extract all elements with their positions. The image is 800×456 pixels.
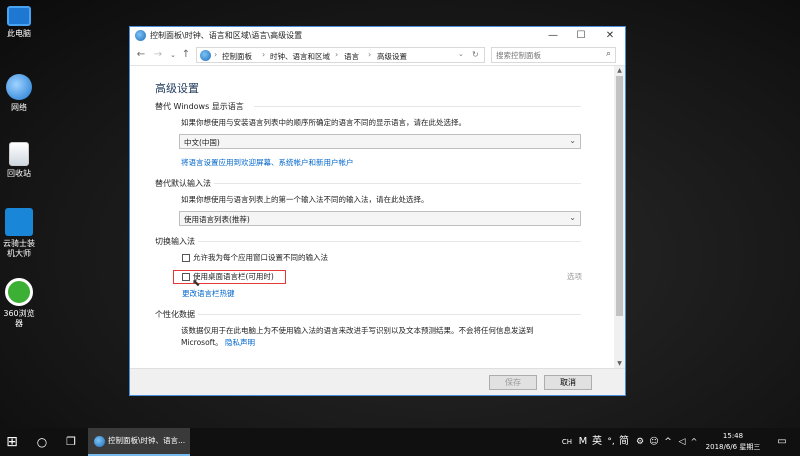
divider <box>214 183 581 184</box>
tray-english[interactable]: 英 <box>591 428 603 456</box>
maximize-button[interactable]: ☐ <box>567 27 595 44</box>
chevron-down-icon: ⌄ <box>569 213 576 222</box>
taskbar-app-control-panel[interactable]: 控制面板\时钟、语言... <box>88 428 190 456</box>
chevron-down-icon[interactable]: ⌄ <box>458 50 464 58</box>
section-title-input-method: 替代默认输入法 <box>155 179 211 188</box>
desktop-icon-360-browser[interactable]: 360浏览器 <box>0 278 38 329</box>
breadcrumb-item[interactable]: 时钟、语言和区域 <box>270 51 330 62</box>
breadcrumb-item[interactable]: 高级设置 <box>377 51 407 62</box>
clock-date: 2018/6/6 星期三 <box>705 443 761 451</box>
chevron-right-icon: › <box>368 50 372 59</box>
chevron-down-icon: ⌄ <box>569 136 576 145</box>
display-language-select[interactable]: 中文(中国) ⌄ <box>179 134 581 149</box>
desktop-icon-label: 此电脑 <box>7 29 31 38</box>
tray-chevron-icon-2[interactable]: ^ <box>690 428 698 456</box>
control-panel-icon <box>200 50 211 61</box>
task-view-icon[interactable]: ❐ <box>60 428 82 456</box>
input-method-description: 如果你想使用与语言列表上的第一个输入法不同的输入法，请在此处选择。 <box>181 195 429 204</box>
section-title-personalization: 个性化数据 <box>155 310 195 319</box>
breadcrumb[interactable]: › 控制面板 › 时钟、语言和区域 › 语言 › 高级设置 ⌄ ↻ <box>196 47 485 63</box>
chevron-right-icon: › <box>335 50 339 59</box>
input-method-value: 使用语言列表(推荐) <box>184 215 250 224</box>
section-title-display-language: 替代 Windows 显示语言 <box>155 102 244 111</box>
forward-arrow-icon[interactable]: → <box>152 49 164 60</box>
tray-degree[interactable]: °, <box>605 428 617 456</box>
chevron-right-icon: › <box>262 50 266 59</box>
desktop-language-bar-label[interactable]: 使用桌面语言栏(可用时) <box>193 271 274 282</box>
display-language-description: 如果你想使用与安装语言列表中的顺序所确定的语言不同的显示语言，请在此处选择。 <box>181 118 466 127</box>
options-link[interactable]: 选项 <box>567 271 582 282</box>
control-panel-icon <box>94 435 105 447</box>
chevron-right-icon: › <box>214 50 218 59</box>
control-panel-icon <box>135 30 146 41</box>
cancel-button[interactable]: 取消 <box>544 375 592 390</box>
up-arrow-icon[interactable]: ↑ <box>180 49 192 60</box>
divider <box>198 241 581 242</box>
address-bar: ← → ⌄ ↑ › 控制面板 › 时钟、语言和区域 › 语言 › 高级设置 ⌄ … <box>130 44 625 66</box>
desktop-language-bar-checkbox[interactable] <box>182 273 190 281</box>
tray-simplified[interactable]: 简 <box>619 428 629 456</box>
tray-lang-ch[interactable]: CH <box>561 428 573 456</box>
recent-chevron-icon[interactable]: ⌄ <box>167 51 179 59</box>
search-circle-icon[interactable]: ○ <box>32 428 52 456</box>
personalization-description-line2: Microsoft。 <box>181 338 223 347</box>
privacy-statement-link[interactable]: 隐私声明 <box>225 337 255 348</box>
per-app-input-checkbox[interactable] <box>182 254 190 262</box>
per-app-input-label[interactable]: 允许我为每个应用窗口设置不同的输入法 <box>193 252 328 263</box>
desktop-icon-label: 360浏览器 <box>3 309 35 328</box>
desktop-icon-yunqishi[interactable]: 云骑士装机大师 <box>0 208 38 259</box>
minimize-button[interactable]: — <box>539 27 567 44</box>
desktop-icon-label: 云骑士装机大师 <box>3 239 35 258</box>
tray-smile-icon[interactable]: ☺ <box>649 428 659 456</box>
divider <box>254 106 581 107</box>
input-method-select[interactable]: 使用语言列表(推荐) ⌄ <box>179 211 581 226</box>
dialog-footer: 保存 取消 <box>130 368 625 395</box>
search-input[interactable] <box>492 48 596 62</box>
scroll-down-icon[interactable]: ▼ <box>614 359 625 368</box>
clock-time: 15:48 <box>722 432 744 440</box>
scroll-up-icon[interactable]: ▲ <box>614 66 625 75</box>
desktop-icon-label: 网络 <box>11 103 27 112</box>
back-arrow-icon[interactable]: ← <box>135 49 147 60</box>
page-title: 高级设置 <box>155 82 199 95</box>
desktop-icon-recycle-bin[interactable]: 回收站 <box>0 142 38 179</box>
close-button[interactable]: ✕ <box>596 27 624 44</box>
display-language-value: 中文(中国) <box>184 138 220 147</box>
desktop-icon-computer[interactable]: 此电脑 <box>0 6 38 39</box>
breadcrumb-item[interactable]: 控制面板 <box>222 51 252 62</box>
divider <box>198 314 581 315</box>
tray-m[interactable]: M <box>577 428 589 456</box>
scrollbar-thumb[interactable] <box>616 76 623 316</box>
network-icon <box>6 74 32 100</box>
save-button[interactable]: 保存 <box>489 375 537 390</box>
window-title: 控制面板\时钟、语言和区域\语言\高级设置 <box>150 31 303 40</box>
taskbar: ⊞ ○ ❐ 控制面板\时钟、语言... CH M 英 °, 简 ⚙ ☺ ^ ◁ … <box>0 428 800 456</box>
search-box[interactable]: ⌕ <box>491 47 616 63</box>
personalization-description: 该数据仅用于在此电脑上为不使用输入法的语言来改进手写识别以及文本预测结果。不会将… <box>181 326 534 335</box>
360-browser-icon <box>5 278 33 306</box>
title-bar[interactable]: 控制面板\时钟、语言和区域\语言\高级设置 — ☐ ✕ <box>130 27 625 44</box>
section-title-switch-input: 切换输入法 <box>155 237 195 246</box>
main-content: 高级设置 替代 Windows 显示语言 如果你想使用与安装语言列表中的顺序所确… <box>130 66 614 368</box>
taskbar-app-label: 控制面板\时钟、语言... <box>108 436 186 445</box>
apply-to-welcome-screen-link[interactable]: 将语言设置应用到欢迎屏幕、系统帐户和新用户帐户 <box>181 157 354 168</box>
clock[interactable]: 15:48 2018/6/6 星期三 <box>700 428 766 453</box>
volume-icon[interactable]: ◁ <box>677 428 687 456</box>
windows-start-icon[interactable]: ⊞ <box>0 428 24 456</box>
computer-icon <box>7 6 31 26</box>
tray-settings-icon[interactable]: ⚙ <box>635 428 645 456</box>
change-hotkey-link[interactable]: 更改语言栏热键 <box>182 288 235 299</box>
notification-icon[interactable]: ▭ <box>775 428 789 456</box>
control-panel-window: 控制面板\时钟、语言和区域\语言\高级设置 — ☐ ✕ ← → ⌄ ↑ › 控制… <box>129 26 626 396</box>
refresh-icon[interactable]: ↻ <box>472 50 479 59</box>
breadcrumb-item[interactable]: 语言 <box>344 51 359 62</box>
yunqishi-icon <box>5 208 33 236</box>
desktop-icon-network[interactable]: 网络 <box>0 74 38 113</box>
desktop-icon-label: 回收站 <box>7 169 31 178</box>
recycle-bin-icon <box>9 142 29 166</box>
vertical-scrollbar[interactable]: ▲ ▼ <box>614 66 625 368</box>
tray-chevron-icon[interactable]: ^ <box>663 428 673 456</box>
search-icon[interactable]: ⌕ <box>606 49 611 59</box>
